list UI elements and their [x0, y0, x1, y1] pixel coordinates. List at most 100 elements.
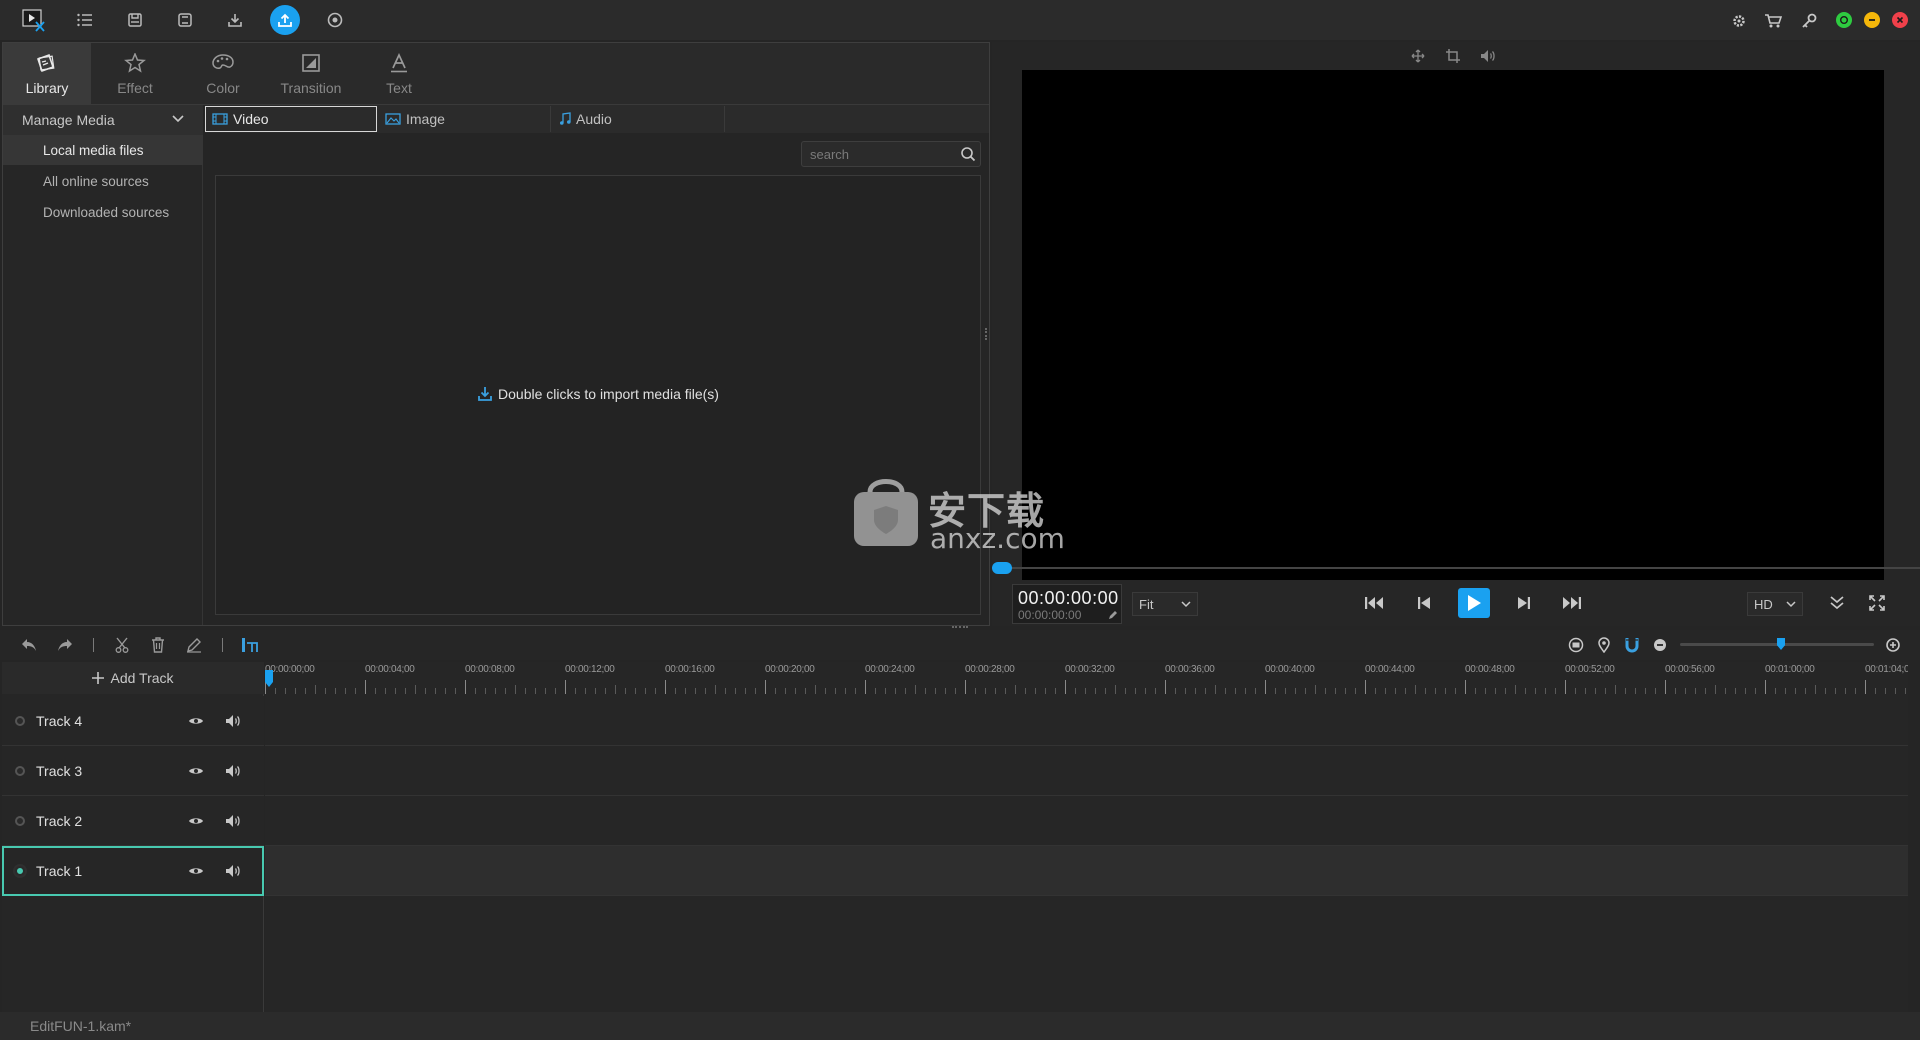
play-button[interactable] — [1458, 588, 1490, 618]
video-preview-screen[interactable] — [1022, 70, 1884, 597]
record-icon[interactable] — [321, 6, 349, 34]
fullscreen-icon[interactable] — [1865, 592, 1889, 614]
maximize-button[interactable] — [1836, 12, 1852, 28]
media-drop-area[interactable]: Double clicks to import media file(s) — [215, 175, 981, 615]
tab-transition[interactable]: Transition — [267, 43, 355, 105]
double-chevron-down-icon[interactable] — [1825, 592, 1849, 614]
crop-icon[interactable] — [1443, 46, 1463, 66]
fit-dropdown[interactable]: Fit — [1132, 592, 1198, 616]
time-ruler[interactable]: 00:00:00;00 00:00:04;00 00:00:08;00 00:00:1… — [265, 662, 1908, 694]
timeline-area[interactable]: 00:00:00;00 00:00:04;00 00:00:08;00 00:00:1… — [265, 662, 1908, 1012]
track-header-3[interactable]: Track 3 — [2, 746, 264, 796]
pencil-icon[interactable] — [1108, 610, 1118, 620]
ruler-label: 00:00:32;00 — [1065, 664, 1115, 675]
track-lane-1[interactable] — [265, 846, 1908, 896]
add-track-button[interactable]: Add Track — [2, 662, 264, 694]
playhead[interactable] — [265, 670, 273, 690]
track-lane-3[interactable] — [265, 746, 1908, 796]
chevron-down-icon — [1786, 600, 1796, 608]
marker-icon[interactable] — [1594, 635, 1614, 655]
manage-media-dropdown[interactable]: Manage Media — [3, 105, 203, 135]
split-clip-icon[interactable] — [240, 635, 260, 655]
key-icon[interactable] — [1800, 12, 1818, 30]
preview-panel: 00:00:00:00 00:00:00:00 Fit HD — [992, 42, 1920, 626]
track-header-4[interactable]: Track 4 — [2, 696, 264, 746]
minimize-button[interactable] — [1864, 12, 1880, 28]
settings-icon[interactable] — [1730, 12, 1748, 30]
tab-effect[interactable]: Effect — [91, 43, 179, 105]
volume-icon[interactable] — [1478, 46, 1498, 66]
speaker-icon[interactable] — [225, 864, 241, 878]
undo-icon[interactable] — [19, 635, 39, 655]
ruler-label: 00:00:04;00 — [365, 664, 415, 675]
tab-text[interactable]: Text — [355, 43, 443, 105]
eye-icon[interactable] — [188, 766, 204, 776]
media-sidebar: Manage Media Local media files All onlin… — [3, 105, 203, 625]
speaker-icon[interactable] — [225, 714, 241, 728]
scrub-handle[interactable] — [992, 562, 1012, 574]
zoom-in-icon[interactable] — [1883, 635, 1903, 655]
import-hint-text: Double clicks to import media file(s) — [498, 386, 719, 402]
sidebar-item-downloaded[interactable]: Downloaded sources — [3, 197, 203, 227]
track-lane-2[interactable] — [265, 796, 1908, 846]
save-icon[interactable] — [121, 6, 149, 34]
tab-image[interactable]: Image — [379, 106, 551, 132]
redo-icon[interactable] — [55, 635, 75, 655]
sidebar-item-online-sources[interactable]: All online sources — [3, 166, 203, 196]
search-input[interactable] — [810, 145, 950, 163]
track-header-2[interactable]: Track 2 — [2, 796, 264, 846]
previous-frame-button[interactable] — [1412, 592, 1436, 614]
sidebar-item-local-media[interactable]: Local media files — [3, 135, 203, 165]
skip-to-start-button[interactable] — [1362, 592, 1386, 614]
speaker-icon[interactable] — [225, 764, 241, 778]
magnet-icon[interactable] — [1622, 635, 1642, 655]
search-icon[interactable] — [960, 146, 976, 162]
eye-icon[interactable] — [188, 866, 204, 876]
edit-pencil-icon[interactable] — [184, 635, 204, 655]
tab-color[interactable]: Color — [179, 43, 267, 105]
zoom-slider[interactable] — [1680, 638, 1874, 650]
ruler-label: 00:00:52;00 — [1565, 664, 1615, 675]
track-select-dot[interactable] — [15, 866, 25, 876]
eye-icon[interactable] — [188, 816, 204, 826]
cart-icon[interactable] — [1764, 12, 1782, 30]
skip-to-end-button[interactable] — [1560, 592, 1584, 614]
tab-library[interactable]: Library — [3, 43, 91, 105]
timeline-splitter[interactable] — [952, 626, 968, 628]
effect-icon — [123, 52, 147, 74]
speaker-icon[interactable] — [225, 814, 241, 828]
add-track-label: Add Track — [110, 670, 174, 686]
tab-video[interactable]: Video — [205, 106, 377, 132]
import-hint[interactable]: Double clicks to import media file(s) — [216, 386, 980, 402]
track-select-dot[interactable] — [15, 715, 25, 726]
trash-icon[interactable] — [148, 635, 168, 655]
track-select-dot[interactable] — [15, 815, 25, 826]
menu-icon[interactable] — [71, 6, 99, 34]
move-icon[interactable] — [1408, 46, 1428, 66]
track-header-1[interactable]: Track 1 — [2, 846, 264, 896]
export-icon[interactable] — [270, 5, 300, 35]
next-frame-button[interactable] — [1512, 592, 1536, 614]
text-icon — [387, 52, 411, 74]
title-bar — [0, 0, 1920, 40]
tab-color-label: Color — [206, 80, 240, 96]
sidebar-item-label: All online sources — [43, 173, 149, 189]
close-button[interactable] — [1892, 12, 1908, 28]
panel-splitter[interactable] — [985, 328, 987, 340]
quality-dropdown[interactable]: HD — [1747, 592, 1803, 616]
zoom-out-icon[interactable] — [1650, 635, 1670, 655]
zoom-slider-knob[interactable] — [1777, 638, 1785, 650]
search-field[interactable] — [801, 141, 981, 167]
save-as-icon[interactable] — [171, 6, 199, 34]
timecode-display: 00:00:00:00 00:00:00:00 — [1012, 584, 1122, 624]
preview-scrub-bar[interactable] — [992, 562, 1920, 574]
track-select-dot[interactable] — [15, 765, 25, 776]
download-icon[interactable] — [221, 6, 249, 34]
track-lane-4[interactable] — [265, 696, 1908, 746]
ruler-label: 00:00:56;00 — [1665, 664, 1715, 675]
tab-audio[interactable]: Audio — [553, 106, 725, 132]
track-name: Track 4 — [36, 712, 83, 729]
eye-icon[interactable] — [188, 716, 204, 726]
cut-icon[interactable] — [112, 635, 132, 655]
snapshot-icon[interactable] — [1566, 635, 1586, 655]
